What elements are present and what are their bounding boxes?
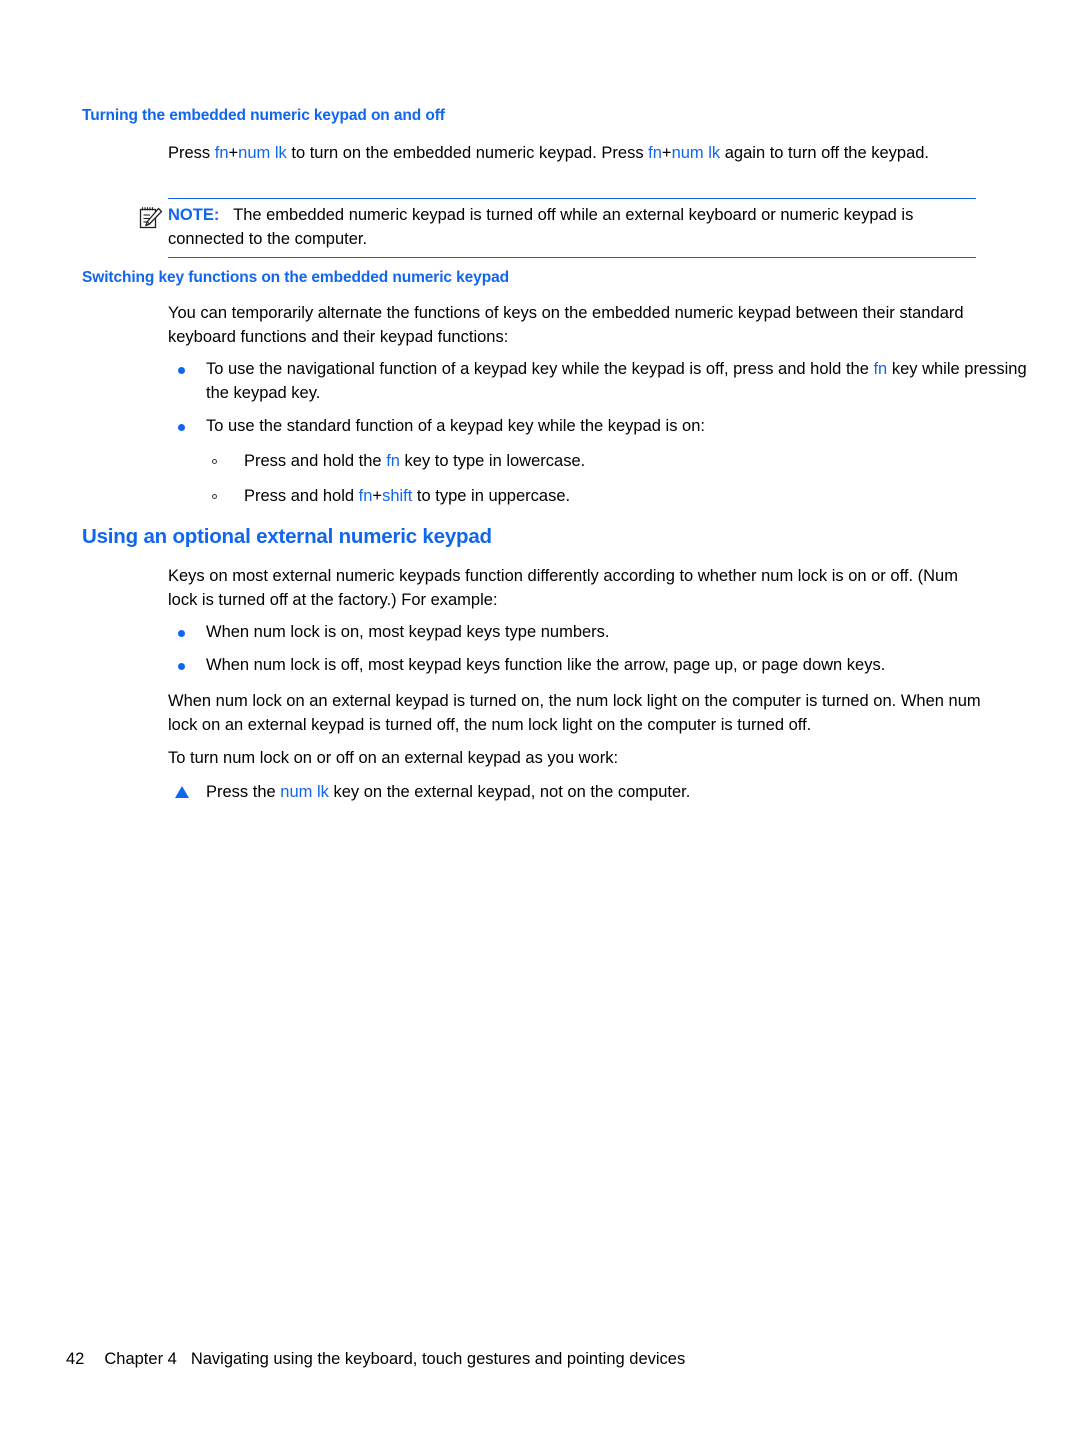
list-item-text: When num lock is on, most keypad keys ty… [206,623,610,641]
sub-bullet-circle-icon [212,494,217,499]
sublist-item-uppercase: Press and hold fn+shift to type in upper… [168,485,1080,509]
key-fn: fn [358,487,373,505]
text-press-suffix: again to turn off the keypad. [720,144,930,162]
document-page: Turning the embedded numeric keypad on a… [0,0,1080,1437]
note-callout: NOTE: The embedded numeric keypad is tur… [139,198,976,258]
key-fn-1: fn [214,144,229,162]
key-numlk: num lk [280,783,329,801]
bullet-dot-icon [178,424,185,431]
note-body: NOTE: The embedded numeric keypad is tur… [139,199,976,257]
text-upper-suffix: to type in uppercase. [412,487,571,505]
heading-text: Using an optional external numeric keypa… [82,525,492,548]
list-item-text: To use the navigational function of a ke… [206,360,1027,402]
text-lower-suffix: key to type in lowercase. [399,452,586,470]
paragraph-alternate-functions: You can temporarily alternate the functi… [168,304,964,346]
bullet-dot-icon [178,367,185,374]
note-label: NOTE: [168,206,220,224]
list-item-text: To use the standard function of a keypad… [206,417,705,435]
section-heading-switching: Switching key functions on the embedded … [82,268,1002,288]
note-bottom-rule [168,257,976,258]
heading-text: Switching key functions on the embedded … [82,269,509,286]
paragraph-numlock-light: When num lock on an external keypad is t… [168,690,1013,737]
plus-separator-1: + [228,144,239,162]
plus-separator: + [372,487,383,505]
footer-chapter-label: Chapter 4 [104,1350,177,1368]
text-light-on: When num lock on an external keypad is t… [168,692,897,710]
note-pencil-icon [138,205,164,231]
sublist-item-text: Press and hold the fn key to type in low… [244,452,585,470]
plus-separator-2: + [661,144,672,162]
step-item-text: Press the num lk key on the external key… [206,783,690,801]
heading-text: Turning the embedded numeric keypad on a… [82,107,445,124]
list-item-numlock-off: When num lock is off, most keypad keys f… [168,654,1051,678]
paragraph-to-turn-numlock: To turn num lock on or off on an externa… [168,749,619,767]
bullet-dot-icon [178,663,185,670]
key-numlk-2: num lk [671,144,721,162]
sublist-item-text: Press and hold fn+shift to type in upper… [244,487,570,505]
triangle-bullet-icon [175,786,189,798]
step-item-press-numlk: Press the num lk key on the external key… [168,781,1044,805]
text-lower-prefix: Press and hold the [244,452,387,470]
text-step-suffix: key on the external keypad, not on the c… [328,783,691,801]
bullet-dot-icon [178,630,185,637]
key-shift: shift [382,487,413,505]
footer-page-number: 42 [66,1350,85,1368]
list-item-numlock-on: When num lock is on, most keypad keys ty… [168,621,1044,645]
list-item-navigational-function: To use the navigational function of a ke… [168,358,1044,405]
key-fn: fn [386,452,400,470]
paragraph-keys-external: Keys on most external numeric keypads fu… [168,567,958,609]
key-fn: fn [873,360,888,378]
sub-bullet-circle-icon [212,459,217,464]
section-heading-embedded-onoff: Turning the embedded numeric keypad on a… [82,106,1002,126]
list-item-text: When num lock is off, most keypad keys f… [206,656,886,674]
key-numlk-1: num lk [238,144,287,162]
note-text-value: The embedded numeric keypad is turned of… [168,206,914,248]
paragraph-press-fn-numlk: Press fn+num lk to turn on the embedded … [168,142,968,166]
text-upper-prefix: Press and hold [244,487,359,505]
text-nav-prefix: To use the navigational function of a ke… [206,360,874,378]
list-item-standard-function: To use the standard function of a keypad… [168,415,1044,439]
text-press-prefix: Press [168,144,215,162]
sublist-item-lowercase: Press and hold the fn key to type in low… [168,450,1080,474]
key-fn-2: fn [648,144,662,162]
page-footer: 42 Chapter 4 Navigating using the keyboard… [66,1348,685,1370]
footer-chapter-title: Navigating using the keyboard, touch ges… [190,1350,686,1368]
note-text: The embedded numeric keypad is turned of… [168,206,913,248]
section-heading-external-keypad: Using an optional external numeric keypa… [82,524,1002,550]
text-press-middle: to turn on the embedded numeric keypad. … [286,144,649,162]
text-step-prefix: Press the [206,783,281,801]
